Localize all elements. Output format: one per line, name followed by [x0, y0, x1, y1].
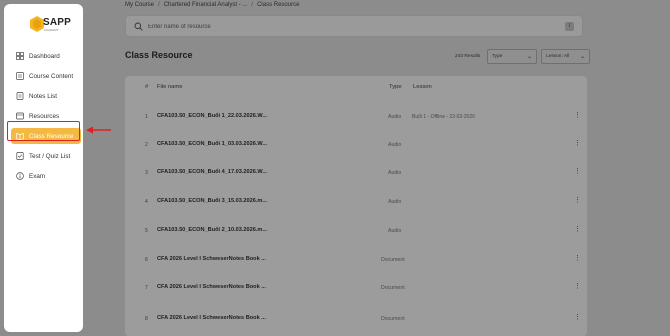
search-icon — [134, 22, 143, 31]
breadcrumb-current: Class Resource — [257, 2, 300, 8]
row-file-name[interactable]: CFA103.50_ECON_Buổi 3_15.03.2026.m... — [157, 198, 267, 204]
sidebar-item-exam[interactable]: Exam — [11, 168, 81, 184]
row-type: Document — [381, 257, 405, 263]
breadcrumb-course[interactable]: Chartered Financial Analyst - ... — [164, 2, 248, 8]
breadcrumb-my-course[interactable]: My Course — [125, 2, 154, 8]
type-filter-select[interactable]: Type ⌄ — [487, 49, 537, 64]
row-type: Audio — [388, 228, 402, 234]
table-row[interactable]: 5 CFA103.50_ECON_Buổi 2_10.03.2026.m... … — [125, 217, 587, 245]
breadcrumb: My Course / Chartered Financial Analyst - … — [125, 2, 299, 8]
table-row[interactable]: 2 CFA103.50_ECON_Buổi 1_03.03.2026.W... … — [125, 131, 587, 159]
row-file-name[interactable]: CFA103.50_ECON_Buổi 1_03.03.2026.W... — [157, 141, 267, 147]
sidebar-item-notes-list[interactable]: Notes List — [11, 88, 81, 104]
sidebar-item-label: Course Content — [29, 72, 74, 80]
page-title: Class Resource — [125, 50, 193, 60]
sidebar-item-label: Resources — [29, 112, 60, 120]
breadcrumb-separator: / — [158, 2, 160, 8]
sidebar-item-test-quiz-list[interactable]: Test / Quiz List — [11, 148, 81, 164]
row-type: Audio — [388, 170, 402, 176]
sidebar: SAPP ACADEMY Dashboard Course Content No… — [4, 4, 83, 332]
logo-hexagon-icon — [30, 16, 44, 32]
results-count: 243 Results — [455, 54, 481, 59]
header-index: # — [145, 84, 149, 90]
header-file-name: File name — [157, 84, 183, 90]
row-index: 5 — [145, 228, 148, 234]
row-index: 8 — [145, 316, 148, 322]
search-bar: / — [125, 15, 583, 37]
row-file-name[interactable]: CFA103.50_ECON_Buổi 4_17.03.2026.W... — [157, 169, 267, 175]
more-options-icon[interactable]: ⋮ — [574, 112, 581, 119]
row-type: Document — [381, 316, 405, 322]
lesson-filter-value: Lesson: All — [546, 54, 570, 59]
more-options-icon[interactable]: ⋮ — [574, 168, 581, 175]
row-index: 2 — [145, 142, 148, 148]
row-index: 4 — [145, 199, 148, 205]
sidebar-item-label: Test / Quiz List — [29, 152, 71, 160]
sidebar-item-label: Dashboard — [29, 52, 60, 60]
more-options-icon[interactable]: ⋮ — [574, 314, 581, 321]
search-shortcut-button[interactable]: / — [565, 22, 574, 31]
sidebar-item-label: Exam — [29, 172, 46, 180]
table-row[interactable]: 7 CFA 2026 Level I SchweserNotes Book ..… — [125, 274, 587, 302]
row-lesson: Buổi 1 - Offline - 22-03-2026 — [412, 114, 476, 120]
sidebar-item-course-content[interactable]: Course Content — [11, 68, 81, 84]
row-index: 3 — [145, 170, 148, 176]
table-row[interactable]: 6 CFA 2026 Level I SchweserNotes Book ..… — [125, 246, 587, 274]
info-icon — [16, 172, 24, 180]
table-row[interactable]: 4 CFA103.50_ECON_Buổi 3_15.03.2026.m... … — [125, 188, 587, 216]
row-index: 6 — [145, 257, 148, 263]
table-row[interactable]: 8 CFA 2026 Level I SchweserNotes Book ..… — [125, 305, 587, 333]
sidebar-item-dashboard[interactable]: Dashboard — [11, 48, 81, 64]
logo-subtext: ACADEMY — [44, 28, 59, 32]
sidebar-item-label: Notes List — [29, 92, 57, 100]
row-file-name[interactable]: CFA103.50_ECON_Buổi 1_22.03.2026.W... — [157, 113, 267, 119]
course-icon — [16, 72, 24, 80]
row-file-name[interactable]: CFA 2026 Level I SchweserNotes Book ... — [157, 256, 266, 262]
type-filter-value: Type — [492, 54, 503, 59]
table-row[interactable]: 3 CFA103.50_ECON_Buổi 4_17.03.2026.W... … — [125, 159, 587, 187]
highlight-box — [7, 121, 80, 141]
row-type: Audio — [388, 142, 402, 148]
row-type: Audio — [388, 199, 402, 205]
resources-icon — [16, 112, 24, 120]
checklist-icon — [16, 152, 24, 160]
sidebar-menu: Dashboard Course Content Notes List Reso… — [11, 48, 81, 188]
more-options-icon[interactable]: ⋮ — [574, 255, 581, 262]
row-file-name[interactable]: CFA 2026 Level I SchweserNotes Book ... — [157, 315, 266, 321]
breadcrumb-separator: / — [251, 2, 254, 8]
grid-icon — [16, 52, 24, 60]
logo-text: SAPP — [43, 17, 72, 28]
more-options-icon[interactable]: ⋮ — [574, 283, 581, 290]
row-type: Audio — [388, 114, 402, 120]
table-row[interactable]: 1 CFA103.50_ECON_Buổi 1_22.03.2026.W... … — [125, 103, 587, 131]
chevron-down-icon: ⌄ — [526, 54, 532, 60]
row-type: Document — [381, 285, 405, 291]
main-content: My Course / Chartered Financial Analyst - … — [83, 0, 670, 336]
header-type: Type — [389, 84, 402, 90]
row-index: 7 — [145, 285, 148, 291]
row-file-name[interactable]: CFA103.50_ECON_Buổi 2_10.03.2026.m... — [157, 227, 267, 233]
lesson-filter-select[interactable]: Lesson: All ⌄ — [541, 49, 590, 64]
resource-table: # File name Type Lesson 1 CFA103.50_ECON… — [125, 76, 587, 336]
more-options-icon[interactable]: ⋮ — [574, 226, 581, 233]
more-options-icon[interactable]: ⋮ — [574, 140, 581, 147]
chevron-down-icon: ⌄ — [579, 54, 585, 60]
notes-icon — [16, 92, 24, 100]
more-options-icon[interactable]: ⋮ — [574, 197, 581, 204]
row-index: 1 — [145, 114, 148, 120]
sapp-logo[interactable]: SAPP ACADEMY — [30, 14, 72, 38]
header-lesson: Lesson — [413, 84, 432, 90]
row-file-name[interactable]: CFA 2026 Level I SchweserNotes Book ... — [157, 284, 266, 290]
search-input[interactable] — [148, 21, 548, 32]
